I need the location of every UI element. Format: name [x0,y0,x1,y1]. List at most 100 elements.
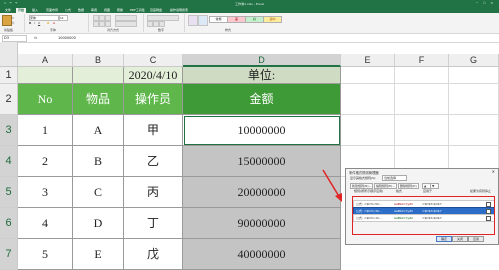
empty-cell[interactable] [449,67,499,84]
tab-pdf-tools[interactable]: PDF工具集 [128,8,147,12]
column-header-b[interactable]: B [73,54,124,67]
empty-cell[interactable] [341,115,395,146]
tab-data[interactable]: 数据 [76,8,86,12]
conditional-formatting-icon[interactable] [188,15,198,26]
format-as-table-icon[interactable] [198,15,208,26]
tab-review[interactable]: 审阅 [89,8,99,12]
table-cell[interactable]: 甲 [124,115,183,146]
table-cell[interactable]: D [73,208,124,239]
cell-b1[interactable] [73,67,124,84]
copy-icon[interactable]: ⎘ [12,21,14,25]
underline-icon[interactable]: U [38,21,40,25]
column-header-a[interactable]: A [18,54,73,67]
column-header-c[interactable]: C [124,54,183,67]
table-cell[interactable]: 1 [18,115,73,146]
name-box[interactable]: D3 [2,35,27,42]
table-cell[interactable]: 15000000 [183,146,341,177]
table-cell[interactable]: 20000000 [183,177,341,208]
style-normal[interactable]: 常规 [209,16,228,23]
column-header-e[interactable]: E [341,54,395,67]
tab-insert[interactable]: 插入 [30,8,40,12]
row-header-1[interactable]: 1 [0,67,18,84]
cell-a1[interactable] [18,67,73,84]
row-header-5[interactable]: 5 [0,177,18,208]
ribbon: ✂ ⎘ 剪贴板 宋体 11 B I U ▰ A 字体 对齐方式 数字 常规 差 … [0,13,499,34]
empty-cell[interactable] [395,84,449,115]
tab-baidu-netdisk[interactable]: 百度网盘 [148,8,164,12]
header-cell-no[interactable]: No [18,84,73,115]
apply-button[interactable]: 应用 [468,236,484,242]
table-cell[interactable]: 90000000 [183,208,341,239]
table-cell[interactable]: 4 [18,208,73,239]
fx-icon[interactable]: fx [34,36,37,40]
table-cell[interactable]: 丙 [124,177,183,208]
header-cell-operator[interactable]: 操作员 [124,84,183,115]
empty-cell[interactable] [341,67,395,84]
row-header-2[interactable]: 2 [0,84,18,115]
column-header-f[interactable]: F [395,54,449,67]
formula-input[interactable]: 10000000 [58,36,76,40]
comma-icon[interactable] [159,21,165,27]
show-rules-select[interactable]: 当前选择 [382,175,407,181]
row-header-4[interactable]: 4 [0,146,18,177]
align-right-icon[interactable] [105,21,111,27]
table-cell[interactable]: 乙 [124,146,183,177]
title-bar: ⎌ ↶ ↷ 工作簿1.xlsx - Excel ─ ☐ ✕ [0,0,499,7]
close-button[interactable]: 关闭 [452,236,468,242]
header-cell-item[interactable]: 物品 [73,84,124,115]
font-label: 字体 [50,28,57,32]
header-cell-amount[interactable]: 金额 [183,84,341,115]
table-cell[interactable]: 5 [18,239,73,270]
tab-view[interactable]: 视图 [102,8,112,12]
empty-cell[interactable] [395,67,449,84]
number-label: 数字 [158,28,165,32]
table-cell[interactable]: 3 [18,177,73,208]
table-cell[interactable]: 40000000 [183,239,341,270]
empty-cell[interactable] [449,84,499,115]
tab-page-layout[interactable]: 页面布局 [44,8,60,12]
row-header-6[interactable]: 6 [0,208,18,239]
table-cell[interactable]: 2 [18,146,73,177]
column-header-d[interactable]: D [183,54,341,67]
table-cell[interactable]: B [73,146,124,177]
table-cell[interactable]: 戊 [124,239,183,270]
column-header-g[interactable]: G [449,54,499,67]
alignment-group: 对齐方式 [89,14,144,32]
font-group: 宋体 11 B I U ▰ A 字体 [25,14,89,32]
column-applies-to: 应用于 [423,189,433,193]
empty-cell[interactable] [449,115,499,146]
cut-icon[interactable]: ✂ [12,16,15,20]
tab-help[interactable]: 帮助 [115,8,125,12]
style-good[interactable]: 好 [245,16,264,23]
fill-color-icon[interactable]: ▰ [47,21,49,25]
font-size-box[interactable]: 11 [59,15,68,21]
table-cell[interactable]: C [73,177,124,208]
table-cell[interactable]: E [73,239,124,270]
table-cell[interactable]: A [73,115,124,146]
cell-d1-unit[interactable]: 单位: [183,67,341,84]
empty-cell[interactable] [341,84,395,115]
table-cell[interactable]: 丁 [124,208,183,239]
clipboard-group: ✂ ⎘ 剪贴板 [0,14,25,32]
dialog-close-icon[interactable]: ✕ [492,169,495,174]
tab-file[interactable]: 文件 [3,8,13,12]
dialog-title: 条件格式规则管理器 [349,171,379,175]
number-group: 数字 [144,14,185,32]
select-all-corner[interactable] [0,42,18,67]
active-cell-d3[interactable]: 10000000 [183,115,341,146]
merge-center-icon[interactable] [115,21,137,27]
empty-cell[interactable] [395,115,449,146]
ok-button[interactable]: 确定 [436,236,452,242]
row-header-3[interactable]: 3 [0,115,18,146]
cell-c1-date[interactable]: 2020/4/10 [124,67,183,84]
font-color-icon[interactable]: A [53,21,55,25]
style-neutral[interactable]: 适中 [263,16,282,23]
row-header-7[interactable]: 7 [0,239,18,270]
tell-me-search[interactable]: 操作说明搜索 [168,8,190,12]
paste-icon[interactable] [2,15,12,26]
window-controls[interactable]: ─ ☐ ✕ [476,1,495,5]
italic-icon[interactable]: I [34,21,35,25]
tab-formulas[interactable]: 公式 [63,8,73,12]
bold-icon[interactable]: B [29,21,31,25]
style-bad[interactable]: 差 [227,16,246,23]
